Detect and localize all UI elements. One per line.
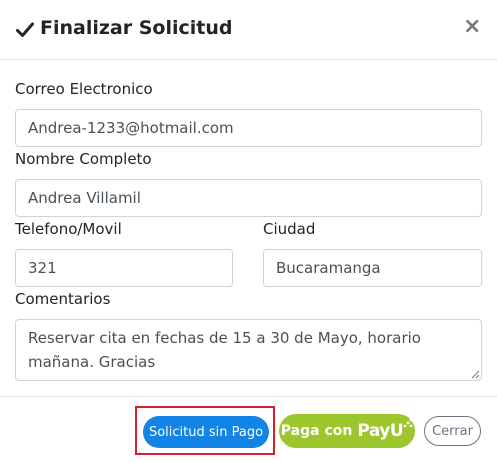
payu-logo-dots-icon bbox=[403, 418, 413, 428]
email-field[interactable]: Andrea-1233@hotmail.com bbox=[15, 109, 482, 147]
footer-divider bbox=[0, 396, 497, 397]
phone-label: Telefono/Movil bbox=[15, 220, 122, 238]
comments-value: Reservar cita en fechas de 15 a 30 de Ma… bbox=[28, 329, 421, 371]
paga-con-payu-button[interactable]: Paga con PayU bbox=[279, 414, 415, 448]
city-field[interactable]: Bucaramanga bbox=[263, 249, 482, 287]
phone-field[interactable]: 321 bbox=[15, 249, 233, 287]
name-value: Andrea Villamil bbox=[28, 189, 141, 207]
city-value: Bucaramanga bbox=[276, 259, 381, 277]
check-icon bbox=[16, 22, 34, 37]
comments-label: Comentarios bbox=[15, 290, 111, 308]
cerrar-button[interactable]: Cerrar bbox=[424, 416, 481, 446]
solicitud-sin-pago-button[interactable]: Solicitud sin Pago bbox=[143, 416, 269, 448]
name-label: Nombre Completo bbox=[15, 150, 152, 168]
email-value: Andrea-1233@hotmail.com bbox=[28, 119, 234, 137]
resize-grip-icon[interactable] bbox=[471, 370, 480, 379]
email-label: Correo Electronico bbox=[15, 80, 153, 98]
name-field[interactable]: Andrea Villamil bbox=[15, 179, 482, 217]
phone-value: 321 bbox=[28, 259, 57, 277]
modal-title: Finalizar Solicitud bbox=[40, 17, 233, 39]
payu-logo: PayU bbox=[357, 421, 404, 441]
city-label: Ciudad bbox=[263, 220, 316, 238]
modal-header: Finalizar Solicitud × bbox=[0, 0, 497, 60]
comments-textarea[interactable]: Reservar cita en fechas de 15 a 30 de Ma… bbox=[15, 319, 482, 381]
payu-button-label: Paga con bbox=[280, 423, 353, 439]
close-icon[interactable]: × bbox=[463, 16, 481, 38]
